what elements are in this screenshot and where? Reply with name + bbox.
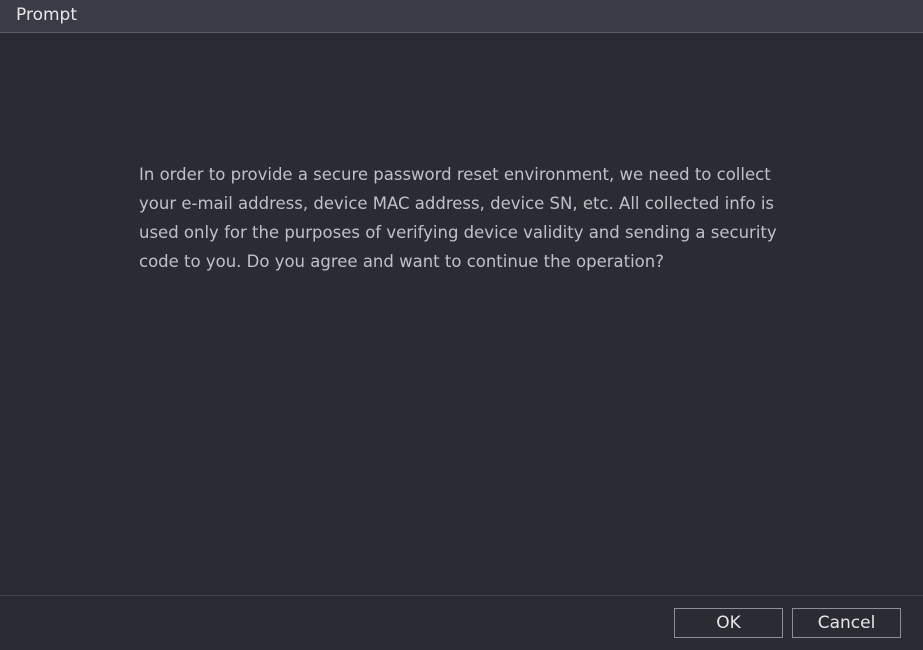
footer-divider <box>0 595 923 596</box>
cancel-button[interactable]: Cancel <box>792 608 901 638</box>
dialog-title: Prompt <box>16 5 77 25</box>
prompt-dialog: Prompt In order to provide a secure pass… <box>0 0 923 650</box>
dialog-message: In order to provide a secure password re… <box>139 165 777 271</box>
ok-button[interactable]: OK <box>674 608 783 638</box>
dialog-titlebar: Prompt <box>0 0 923 33</box>
